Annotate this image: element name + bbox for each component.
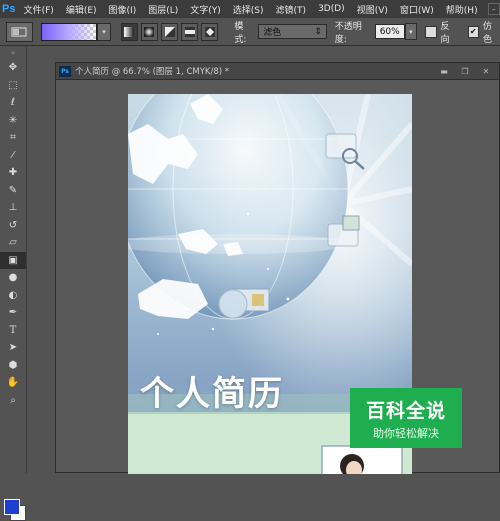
- menu-type[interactable]: 文字(Y): [184, 3, 227, 16]
- eyedropper-tool-icon[interactable]: ⁄: [0, 147, 26, 165]
- dither-checkbox[interactable]: ✔: [467, 25, 479, 38]
- blend-mode-value: 滤色: [263, 28, 282, 38]
- menu-image[interactable]: 图像(I): [103, 3, 143, 16]
- options-bar: ▾ 模式: 滤色 ⇕ 不透明度: 60% ▾ 反向 ✔ 仿色: [0, 18, 500, 46]
- checkmark-icon: ✔: [469, 27, 477, 36]
- move-tool-icon[interactable]: ✥: [0, 59, 26, 77]
- diamond-gradient-icon: [204, 26, 215, 37]
- menu-window[interactable]: 窗口(W): [394, 3, 440, 16]
- diamond-gradient-button[interactable]: [201, 22, 219, 41]
- close-icon[interactable]: ✕: [478, 65, 494, 77]
- menu-file[interactable]: 文件(F): [18, 3, 60, 16]
- blend-mode-select[interactable]: 滤色 ⇕: [258, 24, 327, 39]
- crop-tool-icon[interactable]: ⌗: [0, 129, 26, 147]
- eraser-tool-icon[interactable]: ▱: [0, 234, 26, 252]
- dither-label: 仿色: [483, 21, 493, 45]
- menu-bar: Ps 文件(F) 编辑(E) 图像(I) 图层(L) 文字(Y) 选择(S) 滤…: [0, 0, 500, 18]
- site-watermark-logo: 百科全说 助你轻松解决: [350, 388, 462, 448]
- watermark-sub-text: 助你轻松解决: [373, 426, 439, 440]
- gradient-swatch[interactable]: [40, 22, 98, 41]
- reflected-gradient-icon: [184, 26, 195, 37]
- opacity-label: 不透明度:: [334, 21, 362, 45]
- opacity-input[interactable]: 60%: [374, 24, 405, 39]
- pen-tool-icon[interactable]: ✒: [0, 304, 26, 322]
- linear-gradient-icon: [124, 26, 135, 37]
- zoom-tool-icon[interactable]: ⌕: [0, 392, 26, 410]
- reflected-gradient-button[interactable]: [181, 22, 199, 41]
- hand-tool-icon[interactable]: ✋: [0, 374, 26, 392]
- foreground-color-swatch[interactable]: [4, 499, 20, 515]
- marquee-tool-icon[interactable]: ⬚: [0, 77, 26, 95]
- gradient-tool-icon: [11, 27, 27, 36]
- menu-3d[interactable]: 3D(D): [312, 4, 351, 14]
- linear-gradient-button[interactable]: [120, 22, 138, 41]
- dodge-tool-icon[interactable]: ◐: [0, 287, 26, 305]
- watermark-main-text: 百科全说: [365, 399, 446, 422]
- chevron-down-icon: ⇕: [314, 26, 322, 37]
- menu-edit[interactable]: 编辑(E): [60, 3, 103, 16]
- healing-brush-tool-icon[interactable]: ✚: [0, 164, 26, 182]
- document-tab[interactable]: Ps 个人简历 @ 66.7% (图层 1, CMYK/8) * ▬ ❐ ✕: [56, 63, 499, 80]
- shape-tool-icon[interactable]: ⬢: [0, 357, 26, 375]
- brush-tool-icon[interactable]: ✎: [0, 182, 26, 200]
- angle-gradient-button[interactable]: [160, 22, 179, 41]
- menu-filter[interactable]: 滤镜(T): [270, 3, 313, 16]
- radial-gradient-button[interactable]: [140, 22, 158, 41]
- opacity-dropdown-arrow[interactable]: ▾: [404, 23, 418, 40]
- gradient-tool-icon[interactable]: ▣: [0, 251, 26, 269]
- reverse-checkbox[interactable]: [425, 25, 437, 38]
- type-tool-icon[interactable]: T: [0, 322, 26, 340]
- clone-stamp-tool-icon[interactable]: ⊥: [0, 199, 26, 217]
- opacity-value: 60%: [379, 26, 400, 37]
- gradient-dropdown-arrow[interactable]: ▾: [97, 22, 111, 41]
- magic-wand-tool-icon[interactable]: ✳: [0, 112, 26, 130]
- radial-gradient-icon: [144, 26, 155, 37]
- document-title: 个人简历 @ 66.7% (图层 1, CMYK/8) *: [75, 67, 230, 77]
- resume-heading: 个人简历: [140, 374, 284, 414]
- minimize-icon[interactable]: –: [487, 3, 500, 15]
- history-brush-tool-icon[interactable]: ↺: [0, 217, 26, 235]
- lasso-tool-icon[interactable]: ℓ: [0, 94, 26, 112]
- tool-preset-picker[interactable]: [6, 21, 33, 42]
- reverse-label: 反向: [440, 21, 450, 45]
- photoshop-logo: Ps: [2, 3, 16, 15]
- blur-tool-icon[interactable]: ●: [0, 269, 26, 287]
- minimize-icon[interactable]: ▬: [436, 65, 452, 77]
- menu-select[interactable]: 选择(S): [227, 3, 270, 16]
- tools-panel: » ✥ ⬚ ℓ ✳ ⌗ ⁄ ✚ ✎ ⊥ ↺ ▱ ▣ ● ◐ ✒ T ➤ ⬢ ✋ …: [0, 47, 27, 521]
- ps-document-icon: Ps: [59, 65, 71, 77]
- restore-icon[interactable]: ❐: [457, 65, 473, 77]
- angle-gradient-icon: [164, 26, 175, 37]
- menu-help[interactable]: 帮助(H): [440, 3, 484, 16]
- path-selection-tool-icon[interactable]: ➤: [0, 339, 26, 357]
- mode-label: 模式:: [234, 21, 247, 45]
- panel-collapse-icon[interactable]: »: [0, 47, 26, 59]
- menu-layer[interactable]: 图层(L): [142, 3, 184, 16]
- menu-view[interactable]: 视图(V): [351, 3, 394, 16]
